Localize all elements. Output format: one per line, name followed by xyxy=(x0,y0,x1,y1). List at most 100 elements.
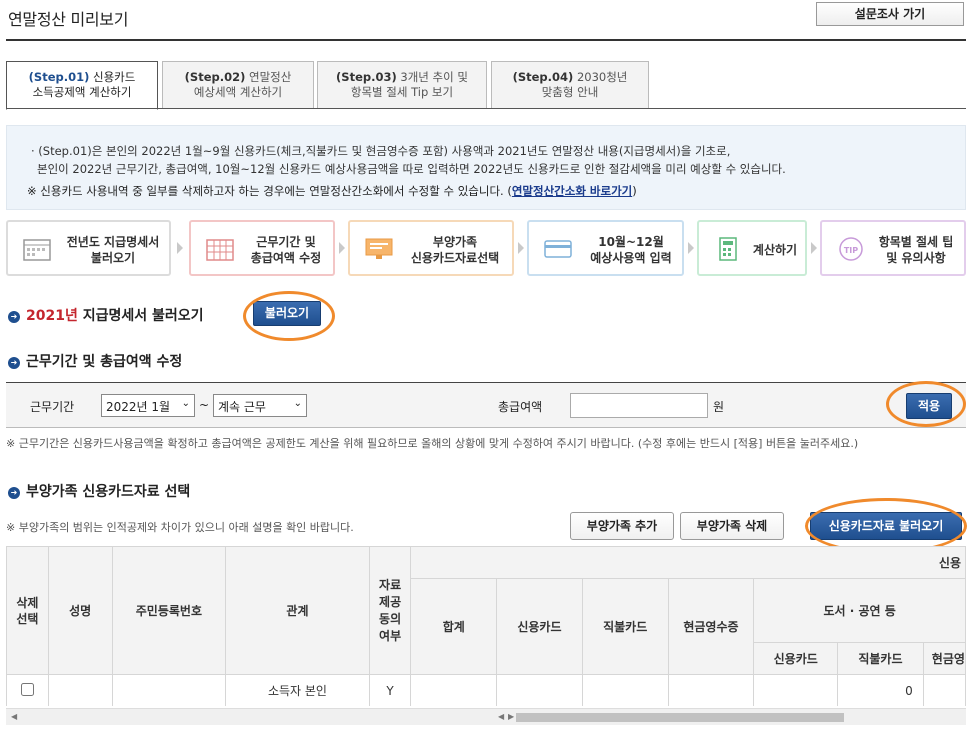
card-icon xyxy=(544,240,572,258)
col-name: 성명 xyxy=(47,546,113,675)
simplified-service-link[interactable]: 연말정산간소화 바로가기 xyxy=(512,184,632,198)
step-line1: 10월~12월 xyxy=(598,235,664,249)
step-expected-usage: 10월~12월예상사용액 입력 xyxy=(527,220,684,276)
step-edit-period: 근무기간 및총급여액 수정 xyxy=(189,220,335,276)
step-arrow xyxy=(518,242,524,254)
page-title: 연말정산 미리보기 xyxy=(8,10,129,29)
step-calculate: 계산하기 xyxy=(697,220,807,276)
arrow-circle-icon: ➜ xyxy=(8,311,20,323)
chevron-down-icon: ⌄ xyxy=(181,398,190,409)
col-book-debit: 직불카드 xyxy=(837,642,924,675)
monitor-icon xyxy=(365,238,393,259)
col-total: 합계 xyxy=(410,578,498,675)
col-relation: 관계 xyxy=(225,546,370,675)
step-line2: 불러오기 xyxy=(90,251,136,265)
step-tax-tips: TIP 항목별 절세 팁및 유의사항 xyxy=(820,220,966,276)
highlight-circle xyxy=(243,291,335,341)
title-divider xyxy=(6,39,966,41)
page: 연말정산 미리보기 설문조사 가기 (Step.01) 신용카드 소득공제액 계… xyxy=(0,0,972,730)
period-note: ※ 근무기간은 신용카드사용금액을 확정하고 총급여액은 공제한도 계산을 위해… xyxy=(6,437,859,450)
row-delete-cell xyxy=(6,674,49,706)
row-credit xyxy=(496,674,583,706)
step-line1: 전년도 지급명세서 xyxy=(66,235,160,249)
row-consent: Y xyxy=(368,674,412,706)
section-load-statement: ➜ 2021년 지급명세서 불러오기 xyxy=(8,305,204,325)
survey-button[interactable]: 설문조사 가기 xyxy=(816,2,964,26)
row-book-credit xyxy=(753,674,839,706)
step-arrow xyxy=(688,242,694,254)
table-row: 소득자 본인 Y 0 xyxy=(6,674,966,706)
step-arrow xyxy=(339,242,345,254)
col-consent-label: 자료 제공 동의 여부 xyxy=(379,577,402,643)
delete-family-button[interactable]: 부양가족 삭제 xyxy=(680,512,784,540)
tab-line2: 항목별 절세 Tip 보기 xyxy=(350,85,454,99)
svg-text:TIP: TIP xyxy=(844,246,858,255)
family-note: ※ 부양가족의 범위는 인적공제와 차이가 있으니 아래 설명을 확인 바랍니다… xyxy=(6,521,354,534)
col-group-books: 도서 · 공연 등 xyxy=(753,578,966,643)
step-line1: 항목별 절세 팁 xyxy=(878,235,954,249)
row-rrn xyxy=(111,674,227,706)
start-month-select[interactable]: 2022년 1월 ⌄ xyxy=(101,394,195,417)
scroll-left-icon[interactable]: ◀ xyxy=(498,712,504,721)
step-line2: 총급여액 수정 xyxy=(250,251,322,265)
step-line1: 근무기간 및 xyxy=(256,235,316,249)
highlight-circle xyxy=(886,381,966,427)
scroll-right-icon[interactable]: ▶ xyxy=(508,712,514,721)
end-month-select[interactable]: 계속 근무 ⌄ xyxy=(213,394,307,417)
col-book-cash: 현금영 xyxy=(922,642,966,675)
col-delete-select: 삭제 선택 xyxy=(6,546,49,675)
step-line2: 신용카드자료선택 xyxy=(410,251,500,265)
step-load-statement: 전년도 지급명세서불러오기 xyxy=(6,220,171,276)
salary-input[interactable] xyxy=(570,393,708,418)
calendar-icon xyxy=(23,239,51,261)
tab-step-01[interactable]: (Step.01) 신용카드 소득공제액 계산하기 xyxy=(6,61,158,110)
col-group-credit: 신용 xyxy=(410,546,966,579)
calendar-grid-icon xyxy=(206,239,234,261)
tab-step-04[interactable]: (Step.04) 2030청년 맞춤형 안내 xyxy=(491,61,649,109)
step-line1: 계산하기 xyxy=(752,243,798,257)
tab-step-02[interactable]: (Step.02) 연말정산 예상세액 계산하기 xyxy=(162,61,314,109)
row-cash xyxy=(667,674,755,706)
step-line1: 부양가족 xyxy=(432,235,478,249)
section-edit-period: ➜ 근무기간 및 총급여액 수정 xyxy=(8,351,182,371)
calculator-icon xyxy=(719,237,737,261)
section-title: 부양가족 신용카드자료 선택 xyxy=(26,484,191,500)
row-book-debit: 0 xyxy=(837,674,924,706)
tab-line2: 예상세액 계산하기 xyxy=(193,85,283,99)
section-title: 지급명세서 불러오기 xyxy=(82,308,204,324)
tab-line1: 연말정산 xyxy=(249,70,292,84)
tab-line1: 3개년 추이 및 xyxy=(400,70,468,84)
row-book-cash xyxy=(922,674,966,706)
family-table: 삭제 선택 성명 주민등록번호 관계 자료 제공 동의 여부 신용 합계 신용카… xyxy=(6,546,966,706)
row-select-checkbox[interactable] xyxy=(20,682,34,696)
end-month-value: 계속 근무 xyxy=(218,400,266,414)
col-consent: 자료 제공 동의 여부 xyxy=(368,546,412,675)
tab-divider xyxy=(6,108,966,109)
arrow-circle-icon: ➜ xyxy=(8,487,20,499)
family-table-viewport: 삭제 선택 성명 주민등록번호 관계 자료 제공 동의 여부 신용 합계 신용카… xyxy=(6,546,966,706)
section-year: 2021년 xyxy=(26,308,78,324)
tab-line2: 맞춤형 안내 xyxy=(541,85,599,99)
section-title: 근무기간 및 총급여액 수정 xyxy=(26,354,183,370)
step-arrow xyxy=(811,242,817,254)
scroll-left-icon[interactable]: ◀ xyxy=(11,712,17,721)
notice-line2: 본인이 2022년 근무기간, 총급여액, 10월~12월 신용카드 예상사용금… xyxy=(37,162,786,176)
step-line2: 예상사용액 입력 xyxy=(590,251,672,265)
col-credit: 신용카드 xyxy=(496,578,583,675)
tab-step-label: (Step.04) xyxy=(512,70,574,84)
tip-icon: TIP xyxy=(839,237,863,261)
step-arrow xyxy=(177,242,183,254)
add-family-button[interactable]: 부양가족 추가 xyxy=(570,512,674,540)
col-cash: 현금영수증 xyxy=(667,578,755,675)
tab-step-03[interactable]: (Step.03) 3개년 추이 및 항목별 절세 Tip 보기 xyxy=(317,61,487,109)
scrollbar-thumb[interactable] xyxy=(516,713,844,722)
col-delete-label: 삭제 선택 xyxy=(16,595,39,626)
tilde-separator: ~ xyxy=(199,398,210,412)
start-month-value: 2022년 1월 xyxy=(106,400,171,414)
step-line2: 및 유의사항 xyxy=(886,251,946,265)
tab-step-label: (Step.01) xyxy=(28,70,90,84)
horizontal-scrollbar[interactable]: ◀ ◀ ▶ xyxy=(6,708,966,725)
tab-step-label: (Step.02) xyxy=(184,70,246,84)
notice-line3: ※ 신용카드 사용내역 중 일부를 삭제하고자 하는 경우에는 연말정산간소화에… xyxy=(27,182,965,200)
process-steps: 전년도 지급명세서불러오기 근무기간 및총급여액 수정 부양가족신용카드자료선택… xyxy=(6,220,966,276)
